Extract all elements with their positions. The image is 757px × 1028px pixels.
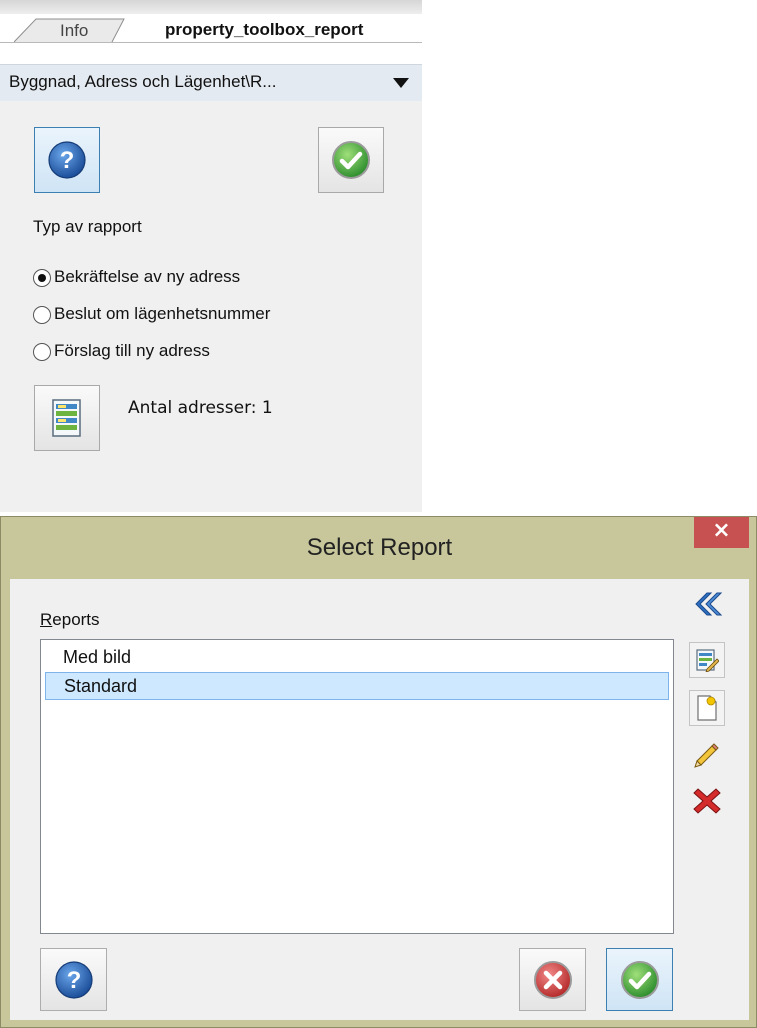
pencil-icon (694, 743, 719, 768)
radio-label: Beslut om lägenhetsnummer (54, 304, 271, 323)
collapse-button[interactable] (689, 586, 725, 622)
tab-strip-background (0, 0, 422, 14)
tab-strip: Info property_toolbox_report (0, 0, 422, 43)
radio-label: Bekräftelse av ny adress (54, 267, 241, 286)
help-icon: ? (48, 141, 86, 179)
list-item[interactable]: Standard (45, 672, 669, 700)
address-count: Antal adresser: 1 (128, 398, 273, 418)
report-icon (52, 399, 81, 437)
svg-text:?: ? (66, 967, 81, 994)
close-button[interactable]: × (694, 517, 749, 548)
checkmark-icon (620, 960, 659, 999)
layer-combo-value: Byggnad, Adress och Lägenhet\R... (9, 72, 277, 91)
radio-button[interactable] (33, 306, 51, 324)
tab-info-label: Info (60, 21, 89, 40)
toolbox-panel: Info property_toolbox_report Byggnad, Ad… (0, 0, 422, 512)
reports-list[interactable]: Med bild Standard (40, 639, 674, 934)
tab-property-toolbox-report[interactable]: property_toolbox_report (165, 20, 363, 40)
select-report-dialog: Select Report × Reports Med bild Standar… (0, 516, 757, 1028)
list-item[interactable]: Med bild (45, 644, 669, 672)
reports-label-mnemonic: R (40, 610, 53, 629)
svg-text:?: ? (60, 147, 75, 174)
ok-button[interactable] (606, 948, 673, 1011)
help-icon: ? (54, 960, 93, 999)
close-icon: × (712, 518, 731, 543)
checkmark-icon (332, 141, 370, 179)
new-document-icon (697, 695, 717, 721)
reports-label: Reports (40, 610, 100, 630)
radio-button[interactable] (33, 343, 51, 361)
edit-report-icon (696, 649, 719, 672)
dialog-client-area: Reports Med bild Standard ? (10, 579, 749, 1020)
edit-report-button[interactable] (689, 642, 725, 678)
radio-button[interactable] (33, 269, 51, 287)
double-chevron-left-icon (695, 592, 722, 616)
new-report-button[interactable] (689, 690, 725, 726)
cancel-button[interactable] (519, 948, 586, 1011)
layer-combo[interactable]: Byggnad, Adress och Lägenhet\R... (0, 64, 422, 102)
delete-report-button[interactable] (689, 783, 725, 819)
reports-label-text: eports (52, 610, 100, 629)
panel-help-button[interactable]: ? (34, 127, 100, 193)
cancel-icon (533, 960, 572, 999)
panel-ok-button[interactable] (318, 127, 384, 193)
report-type-label: Typ av rapport (33, 217, 142, 236)
radio-label: Förslag till ny adress (54, 341, 210, 360)
panel-body: ? Typ av rapport Bekräftelse av ny adres… (0, 101, 422, 512)
dialog-title: Select Report (306, 534, 453, 561)
generate-report-button[interactable] (34, 385, 100, 451)
tab-info[interactable]: Info (14, 18, 125, 43)
dropdown-arrow-icon[interactable] (393, 78, 409, 88)
dialog-help-button[interactable]: ? (40, 948, 107, 1011)
delete-icon (693, 788, 721, 814)
rename-report-button[interactable] (689, 737, 725, 773)
